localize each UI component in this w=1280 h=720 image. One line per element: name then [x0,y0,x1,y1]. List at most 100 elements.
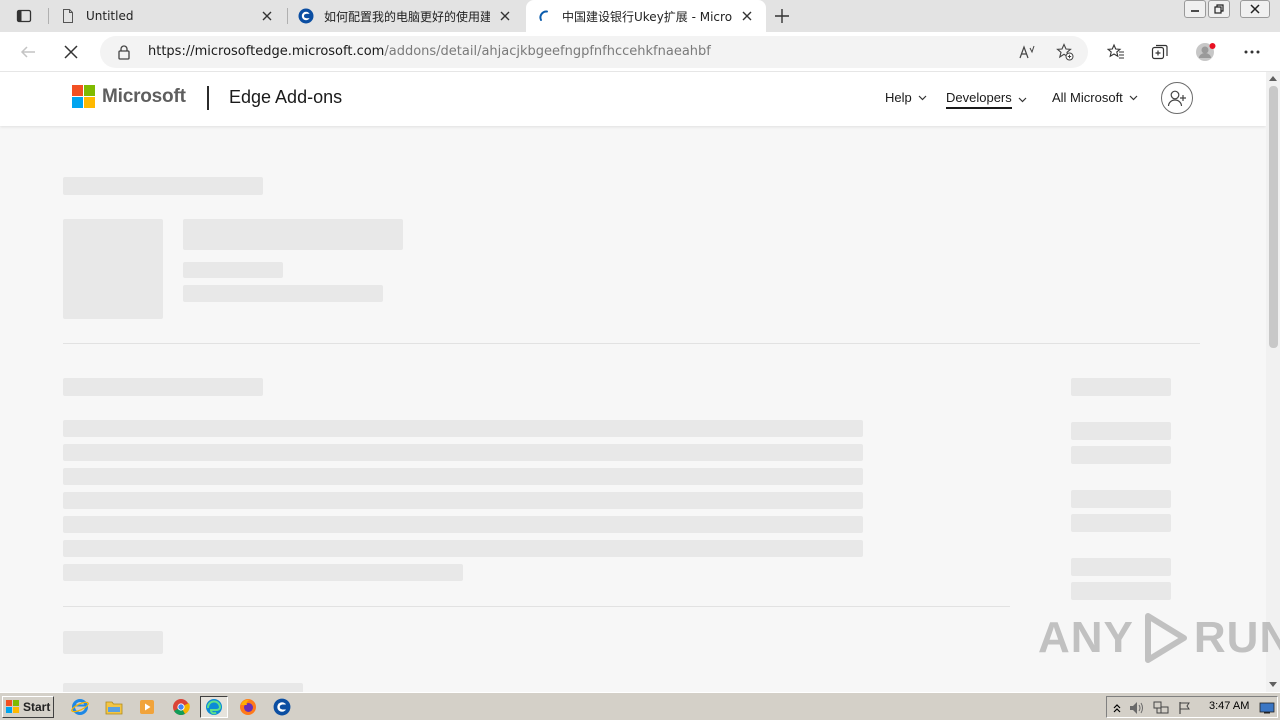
profile-button[interactable] [1192,38,1220,66]
skeleton-sidebar-item [1071,422,1171,440]
tab-untitled[interactable]: Untitled [50,0,286,32]
tab-ccb-ukey-extension[interactable]: 中国建设银行Ukey扩展 - Microsoft Edge Add-ons [526,0,766,32]
ccb-app-icon[interactable] [268,696,296,718]
close-icon [1250,4,1260,14]
skeleton-sidebar-item [1071,490,1171,508]
tray-expand-icon[interactable] [1109,700,1125,716]
sign-in-button[interactable] [1161,82,1193,114]
chrome-icon[interactable] [167,696,195,718]
minimize-button[interactable] [1184,0,1206,18]
media-player-icon[interactable] [133,696,161,718]
browser-toolbar: https://microsoftedge.microsoft.com/addo… [0,32,1280,72]
skeleton-description-line [63,468,863,485]
settings-more-button[interactable] [1238,38,1266,66]
favorites-icon [1107,43,1124,59]
explorer-icon[interactable] [100,696,128,718]
new-tab-button[interactable] [770,4,794,28]
close-tab-icon[interactable] [258,7,276,25]
stop-loading-button[interactable] [57,38,85,66]
chevron-down-icon [1129,95,1138,100]
page-content: Microsoft Edge Add-ons Help Developers A… [0,72,1266,692]
nav-label: All Microsoft [1052,90,1123,105]
start-button[interactable]: Start [2,696,54,718]
skeleton-rating [183,285,383,302]
restore-button[interactable] [1208,0,1230,18]
back-button[interactable] [14,38,42,66]
watermark-right: RUN [1193,613,1280,662]
nav-label: Help [885,90,912,105]
loading-spinner-icon [539,10,548,21]
site-header: Microsoft Edge Add-ons Help Developers A… [0,72,1266,126]
watermark-left: ANY [1038,613,1134,662]
vertical-scrollbar[interactable] [1266,72,1280,692]
nav-help[interactable]: Help [885,90,927,105]
more-icon [1244,50,1260,54]
ccb-icon [298,8,314,24]
logo-square-red [72,85,83,96]
logo-square-blue [72,97,83,108]
scroll-down-arrow-icon[interactable] [1266,678,1280,690]
nav-label: Developers [946,90,1012,109]
network-icon[interactable] [1153,700,1169,716]
url-host: https://microsoftedge.microsoft.com [148,44,385,59]
firefox-icon[interactable] [234,696,262,718]
address-bar[interactable]: https://microsoftedge.microsoft.com/addo… [100,36,1088,68]
logo-square-yellow [84,97,95,108]
avatar [1196,43,1216,61]
read-aloud-icon[interactable] [1018,42,1038,62]
close-tab-icon[interactable] [496,7,514,25]
product-title[interactable]: Edge Add-ons [229,87,342,108]
add-favorite-icon[interactable] [1055,42,1075,62]
play-logo-icon [1144,613,1187,663]
section-divider [63,343,1200,344]
url-path: /addons/detail/ahjacjkbgeefngpfnfhccehkf… [384,44,711,59]
action-center-flag-icon[interactable] [1177,700,1193,716]
taskbar: Start 3:47 AM [0,692,1280,720]
tab-title: 如何配置我的电脑更好的使用建行 [324,9,490,24]
skeleton-description-line [63,444,863,461]
skeleton-description-line [63,564,463,581]
tab-title: Untitled [86,9,134,23]
system-tray: 3:47 AM [1106,696,1278,718]
page-icon [63,9,73,23]
plus-icon [775,9,789,23]
skeleton-publisher [183,262,283,278]
skeleton-breadcrumb [63,177,263,195]
favorites-button[interactable] [1102,38,1130,66]
close-window-button[interactable] [1240,0,1270,18]
skeleton-sidebar-item [1071,582,1171,600]
skeleton-sidebar-item [1071,558,1171,576]
skeleton-sidebar-item [1071,446,1171,464]
tab-actions-button[interactable] [8,4,40,28]
tab-bar: Untitled 如何配置我的电脑更好的使用建行 中国建设银行Ukey扩展 - … [0,0,1280,32]
nav-developers[interactable]: Developers [946,90,1027,109]
show-desktop-icon[interactable] [1259,700,1275,716]
chevron-down-icon [1018,97,1027,102]
volume-icon[interactable] [1129,700,1145,716]
skeleton-extension-title [183,219,403,250]
nav-all-microsoft[interactable]: All Microsoft [1052,90,1138,105]
logo-square-green [84,85,95,96]
clock[interactable]: 3:47 AM [1209,700,1249,712]
skeleton-section-heading [63,631,163,654]
collections-button[interactable] [1146,38,1174,66]
add-user-icon [1167,90,1186,107]
windows-flag-icon [6,700,19,713]
lock-icon[interactable] [116,44,132,60]
edge-icon[interactable] [200,696,228,718]
ie-icon[interactable] [66,696,94,718]
microsoft-logo[interactable] [72,85,96,109]
scrollbar-thumb[interactable] [1269,86,1278,348]
scroll-up-arrow-icon[interactable] [1266,72,1280,84]
anyrun-watermark: ANY RUN [1038,608,1280,668]
chevron-down-icon [918,95,927,100]
url-text[interactable]: https://microsoftedge.microsoft.com/addo… [148,44,711,59]
brand-name[interactable]: Microsoft [102,86,186,108]
skeleton-section-heading [63,378,263,396]
tab-separator [48,8,49,24]
tab-ccb-guide[interactable]: 如何配置我的电脑更好的使用建行 [288,0,524,32]
tab-actions-icon [16,9,32,23]
close-tab-icon[interactable] [738,7,756,25]
skeleton-description-line [63,492,863,509]
skeleton-extension-logo [63,219,163,319]
